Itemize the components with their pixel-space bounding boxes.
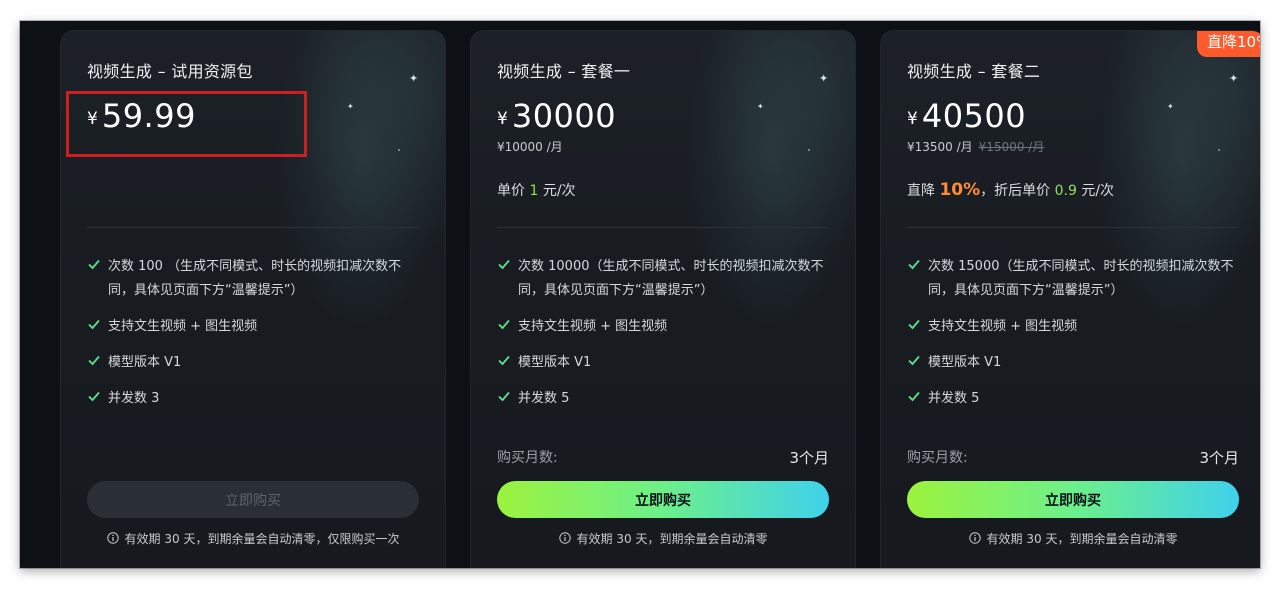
feature-item: 模型版本 V1 [907, 351, 1247, 375]
feature-item: 并发数 5 [907, 387, 1247, 411]
unit-price: 单价 1 元/次 [497, 180, 576, 200]
months-value[interactable]: 3个月 [789, 447, 829, 468]
sparkle-icon: ✦ [409, 72, 419, 85]
unit-suffix: 元/次 [1076, 183, 1115, 199]
discount-value: 10% [939, 180, 981, 200]
feature-text: 支持文生视频 + 图生视频 [108, 319, 258, 334]
price-value: 30000 [511, 97, 617, 135]
monthly-current: ¥13500 /月 [907, 140, 973, 154]
check-icon [88, 391, 100, 402]
purchase-months: 购买月数: 3个月 [497, 447, 829, 467]
buy-button-disabled[interactable]: 立即购买 [87, 481, 419, 518]
info-icon [968, 532, 981, 544]
check-icon [498, 319, 510, 330]
sparkle-icon: ✦ [819, 72, 829, 85]
feature-item: 支持文生视频 + 图生视频 [87, 315, 427, 339]
divider [87, 227, 419, 228]
buy-button[interactable]: 立即购买 [497, 481, 829, 518]
months-value[interactable]: 3个月 [1199, 447, 1239, 468]
sparkle-icon: ✦ [1167, 102, 1174, 111]
check-icon [908, 355, 920, 366]
check-icon [498, 391, 510, 402]
check-icon [908, 259, 920, 270]
monthly-price: ¥13500 /月 ¥15000 /月 [907, 138, 1044, 155]
pricing-window: ✦ ✦ 视频生成 – 试用资源包 ¥59.99 次数 100 （生成不同模式、时… [20, 21, 1260, 568]
feature-text: 支持文生视频 + 图生视频 [518, 319, 668, 334]
unit-prefix: 单价 [497, 183, 530, 199]
unit-value: 0.9 [1054, 183, 1077, 199]
feature-list: 次数 100 （生成不同模式、时长的视频扣减次数不同，具体见页面下方“温馨提示”… [87, 255, 427, 423]
months-label: 购买月数: [497, 450, 558, 466]
price-value: 40500 [921, 97, 1027, 135]
validity-note: 有效期 30 天，到期余量会自动清零，仅限购买一次 [61, 530, 445, 547]
buy-button[interactable]: 立即购买 [907, 481, 1239, 518]
check-icon [88, 259, 100, 270]
feature-item: 并发数 5 [497, 387, 837, 411]
unit-suffix: 元/次 [538, 183, 576, 199]
months-label: 购买月数: [907, 450, 968, 466]
star-dot [808, 149, 810, 151]
note-text: 有效期 30 天，到期余量会自动清零 [986, 532, 1178, 546]
note-text: 有效期 30 天，到期余量会自动清零，仅限购买一次 [124, 532, 400, 546]
sparkle-icon: ✦ [757, 102, 764, 111]
check-icon [908, 391, 920, 402]
currency-symbol: ¥ [497, 109, 508, 129]
plan-title: 视频生成 – 试用资源包 [87, 62, 253, 81]
monthly-price: ¥10000 /月 [497, 140, 563, 154]
check-icon [88, 319, 100, 330]
feature-text: 次数 10000（生成不同模式、时长的视频扣减次数不同，具体见页面下方“温馨提示… [518, 259, 824, 298]
currency-symbol: ¥ [907, 109, 918, 129]
feature-list: 次数 10000（生成不同模式、时长的视频扣减次数不同，具体见页面下方“温馨提示… [497, 255, 837, 423]
feature-item: 次数 100 （生成不同模式、时长的视频扣减次数不同，具体见页面下方“温馨提示”… [87, 255, 427, 303]
divider [907, 227, 1239, 228]
sparkle-icon: ✦ [347, 102, 354, 111]
plan-title: 视频生成 – 套餐一 [497, 62, 631, 81]
feature-list: 次数 15000（生成不同模式、时长的视频扣减次数不同，具体见页面下方“温馨提示… [907, 255, 1247, 423]
feature-item: 支持文生视频 + 图生视频 [907, 315, 1247, 339]
discount-mid: ，折后单价 [980, 183, 1055, 199]
feature-item: 模型版本 V1 [497, 351, 837, 375]
feature-text: 模型版本 V1 [518, 355, 592, 370]
feature-item: 次数 15000（生成不同模式、时长的视频扣减次数不同，具体见页面下方“温馨提示… [907, 255, 1247, 303]
validity-note: 有效期 30 天，到期余量会自动清零 [881, 530, 1260, 547]
note-text: 有效期 30 天，到期余量会自动清零 [576, 532, 768, 546]
plan-price: ¥40500 [907, 97, 1026, 135]
feature-text: 并发数 5 [928, 391, 980, 406]
check-icon [498, 259, 510, 270]
sparkle-icon: ✦ [1229, 72, 1239, 85]
feature-text: 模型版本 V1 [928, 355, 1002, 370]
feature-item: 次数 10000（生成不同模式、时长的视频扣减次数不同，具体见页面下方“温馨提示… [497, 255, 837, 303]
discount-line: 直降 10%，折后单价 0.9 元/次 [907, 180, 1114, 200]
info-icon [106, 532, 119, 544]
plan-title: 视频生成 – 套餐二 [907, 62, 1041, 81]
check-icon [498, 355, 510, 366]
info-icon [558, 532, 571, 544]
plan-price: ¥30000 [497, 97, 616, 135]
star-dot [398, 149, 400, 151]
discount-prefix: 直降 [907, 183, 940, 199]
monthly-original: ¥15000 /月 [978, 140, 1045, 154]
feature-text: 支持文生视频 + 图生视频 [928, 319, 1078, 334]
plan-card-package-1: ✦ ✦ 视频生成 – 套餐一 ¥30000 ¥10000 /月 单价 1 元/次… [470, 30, 856, 568]
divider [497, 227, 829, 228]
check-icon [88, 355, 100, 366]
feature-text: 次数 100 （生成不同模式、时长的视频扣减次数不同，具体见页面下方“温馨提示”… [108, 259, 402, 298]
feature-item: 模型版本 V1 [87, 351, 427, 375]
star-dot [1218, 149, 1220, 151]
feature-text: 模型版本 V1 [108, 355, 182, 370]
feature-item: 并发数 3 [87, 387, 427, 411]
check-icon [908, 319, 920, 330]
annotation-highlight-box [66, 91, 307, 157]
feature-text: 并发数 5 [518, 391, 570, 406]
plan-card-package-2: ✦ ✦ 直降10% 视频生成 – 套餐二 ¥40500 ¥13500 /月 ¥15… [880, 30, 1260, 568]
purchase-months: 购买月数: 3个月 [907, 447, 1239, 467]
discount-badge: 直降10% [1197, 31, 1260, 57]
feature-text: 并发数 3 [108, 391, 160, 406]
validity-note: 有效期 30 天，到期余量会自动清零 [471, 530, 855, 547]
feature-text: 次数 15000（生成不同模式、时长的视频扣减次数不同，具体见页面下方“温馨提示… [928, 259, 1234, 298]
feature-item: 支持文生视频 + 图生视频 [497, 315, 837, 339]
